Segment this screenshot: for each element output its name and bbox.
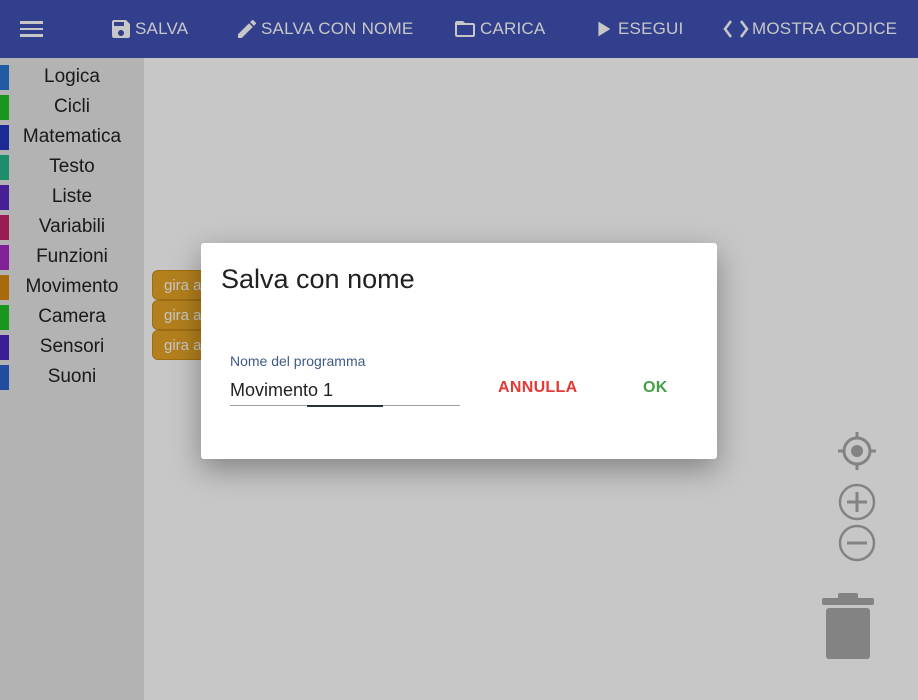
ok-button[interactable]: OK [643,379,668,397]
input-focus-indicator [307,405,383,407]
dialog-title: Salva con nome [221,264,415,294]
save-as-dialog: Salva con nome Nome del programma ANNULL… [201,243,717,459]
program-name-label: Nome del programma [230,353,366,369]
cancel-button[interactable]: ANNULLA [498,379,577,397]
program-name-input[interactable] [230,375,460,406]
